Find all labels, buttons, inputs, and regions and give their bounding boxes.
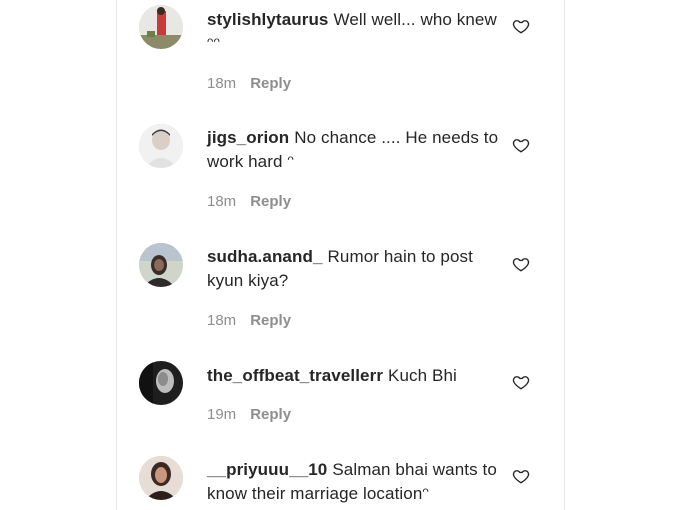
username-link[interactable]: the_offbeat_travellerr — [207, 366, 383, 385]
username-link[interactable]: stylishlytaurus — [207, 10, 329, 29]
heart-outline-icon[interactable] — [512, 373, 530, 391]
comment-meta: 18m Reply — [207, 75, 291, 92]
heart-outline-icon[interactable] — [512, 136, 530, 154]
comment-body: stylishlytaurus Well well... who knew ᵔᵔ — [207, 8, 507, 56]
avatar[interactable] — [139, 5, 183, 49]
reply-button[interactable]: Reply — [250, 406, 291, 423]
heart-outline-icon[interactable] — [512, 467, 530, 485]
avatar[interactable] — [139, 361, 183, 405]
avatar[interactable] — [139, 243, 183, 287]
comment-body: sudha.anand_ Rumor hain to post kyun kiya… — [207, 245, 507, 293]
username-link[interactable]: jigs_orion — [207, 128, 289, 147]
heart-outline-icon[interactable] — [512, 255, 530, 273]
comment-meta: 18m Reply — [207, 312, 291, 329]
timestamp: 18m — [207, 193, 237, 210]
comment-body: jigs_orion No chance .... He needs to wor… — [207, 126, 507, 174]
heart-outline-icon[interactable] — [512, 17, 530, 35]
emoji: ᵔᵔ — [207, 34, 221, 53]
username-link[interactable]: sudha.anand_ — [207, 247, 323, 266]
timestamp: 18m — [207, 75, 237, 92]
comment-body: the_offbeat_travellerr Kuch Bhi — [207, 364, 507, 388]
timestamp: 19m — [207, 406, 237, 423]
comments-panel: stylishlytaurus Well well... who knew ᵔᵔ … — [116, 0, 565, 510]
comment-text: Kuch Bhi — [388, 366, 457, 385]
timestamp: 18m — [207, 312, 237, 329]
reply-button[interactable]: Reply — [250, 312, 291, 329]
comment-text: Well well... who knew — [333, 10, 497, 29]
avatar[interactable] — [139, 456, 183, 500]
comment-meta: 19m Reply — [207, 406, 291, 423]
username-link[interactable]: __priyuuu__10 — [207, 460, 327, 479]
reply-button[interactable]: Reply — [250, 75, 291, 92]
comment-meta: 18m Reply — [207, 193, 291, 210]
emoji: ᵔ — [287, 152, 294, 171]
comment-body: __priyuuu__10 Salman bhai wants to know t… — [207, 458, 507, 506]
reply-button[interactable]: Reply — [250, 193, 291, 210]
avatar[interactable] — [139, 124, 183, 168]
emoji: ᵔ — [422, 484, 429, 503]
